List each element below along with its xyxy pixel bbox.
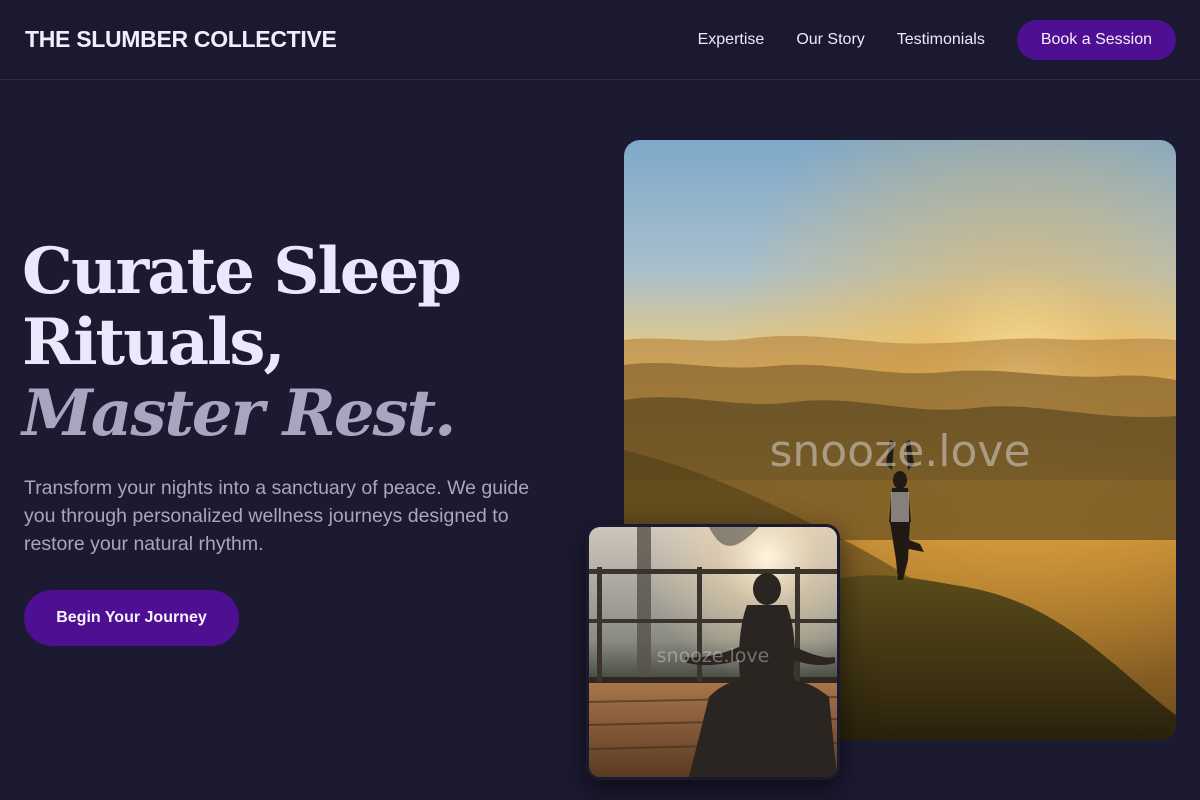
headline-line-2: Rituals, xyxy=(22,305,286,380)
brand-logo[interactable]: THE SLUMBER COLLECTIVE xyxy=(25,26,337,53)
nav-link-expertise[interactable]: Expertise xyxy=(698,31,765,49)
site-header: THE SLUMBER COLLECTIVE Expertise Our Sto… xyxy=(0,0,1200,80)
main-nav: Expertise Our Story Testimonials Book a … xyxy=(698,20,1176,60)
nav-link-testimonials[interactable]: Testimonials xyxy=(897,31,985,49)
hero-headline: Curate Sleep Rituals, Master Rest. xyxy=(22,236,582,449)
hero-description: Transform your nights into a sanctuary o… xyxy=(24,477,530,555)
headline-accent: Master Rest. xyxy=(22,376,456,451)
nav-link-our-story[interactable]: Our Story xyxy=(796,31,864,49)
begin-journey-button[interactable]: Begin Your Journey xyxy=(24,590,239,646)
book-session-button[interactable]: Book a Session xyxy=(1016,20,1176,60)
hero-inset-photo: snooze.love xyxy=(586,524,840,780)
headline-line-1: Curate Sleep xyxy=(22,234,462,309)
meditation-deck-image xyxy=(589,527,837,777)
